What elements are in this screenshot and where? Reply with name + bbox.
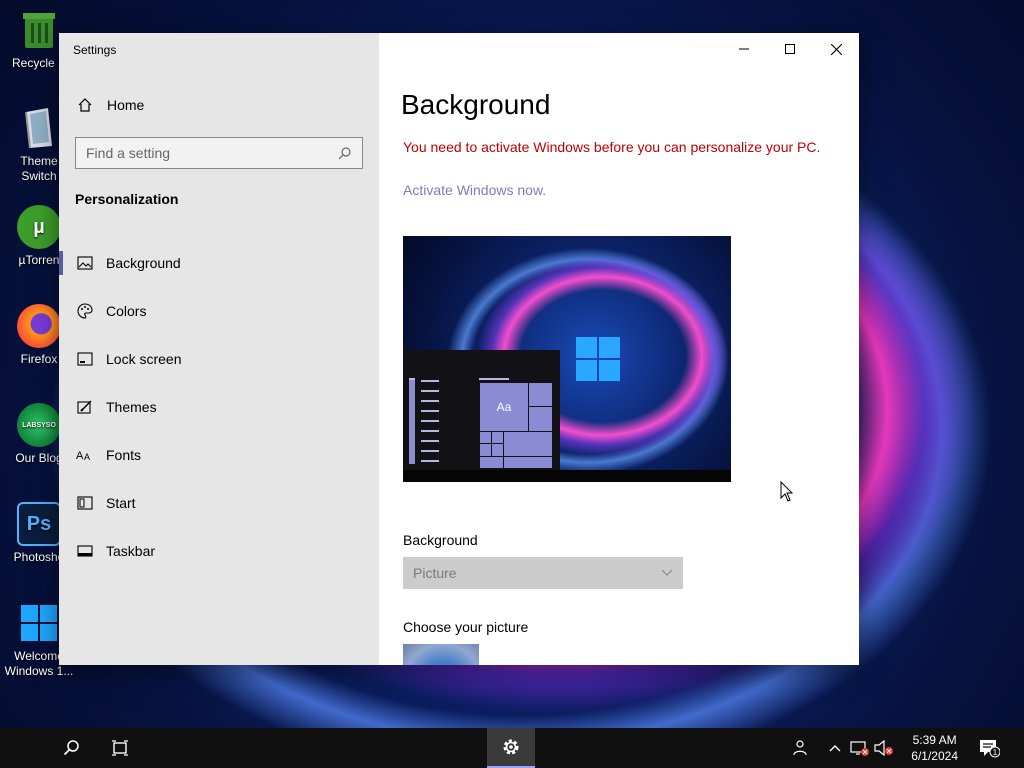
page-title: Background (401, 89, 551, 120)
picture-thumbnail[interactable] (403, 644, 479, 665)
photoshop-icon: Ps (17, 502, 61, 546)
recycle-bin-icon (17, 8, 61, 52)
taskbar: 5:39 AM 6/1/2024 1 (0, 728, 1024, 768)
minimize-button[interactable] (721, 33, 767, 65)
clock-date: 6/1/2024 (911, 749, 958, 763)
minimize-icon (739, 48, 749, 50)
search-box (75, 137, 363, 169)
themes-icon (76, 398, 94, 416)
search-input[interactable] (86, 145, 316, 161)
home-label: Home (107, 97, 145, 113)
nav-item-lock-screen[interactable]: Lock screen (59, 335, 379, 383)
network-disconnected-icon (850, 741, 869, 756)
mouse-cursor-icon (780, 481, 794, 502)
taskbar-settings-app[interactable] (487, 728, 535, 768)
volume-muted-icon (874, 740, 893, 756)
home-link[interactable]: Home (77, 97, 144, 113)
windows-icon (17, 601, 61, 645)
network-status[interactable] (848, 728, 872, 768)
fonts-icon: AA (76, 446, 94, 464)
maximize-icon (785, 44, 795, 54)
window-title: Settings (73, 43, 117, 57)
caption-buttons (721, 33, 859, 65)
nav-item-label: Lock screen (106, 351, 182, 367)
sidebar: Settings Home Personalization Background… (59, 33, 379, 665)
task-view-icon (112, 740, 128, 756)
svg-text:A: A (84, 452, 90, 462)
nav-item-start[interactable]: Start (59, 479, 379, 527)
chevron-up-icon (829, 745, 841, 752)
nav-item-label: Fonts (106, 447, 142, 463)
nav-list: Background Colors Lock screen Themes AA … (59, 239, 379, 575)
preview-taskbar (403, 470, 731, 482)
search-icon[interactable] (338, 146, 352, 160)
preview-start-menu: Aa (403, 350, 560, 470)
volume-status[interactable] (872, 728, 896, 768)
preview-tile-aa: Aa (479, 382, 529, 432)
background-type-dropdown[interactable]: Picture (403, 557, 683, 589)
action-center-button[interactable]: 1 (972, 728, 1006, 768)
svg-text:A: A (76, 450, 84, 462)
desktop-preview: Aa (403, 236, 731, 482)
home-icon (78, 98, 92, 112)
activation-warning: You need to activate Windows before you … (403, 139, 821, 155)
desktop-icon-label: Windows 1... (4, 664, 74, 678)
nav-item-label: Themes (106, 399, 157, 415)
clock[interactable]: 5:39 AM 6/1/2024 (911, 732, 958, 764)
section-title: Personalization (75, 191, 179, 207)
clock-time: 5:39 AM (912, 733, 957, 747)
task-view-button[interactable] (100, 728, 140, 768)
close-icon (830, 43, 842, 55)
maximize-button[interactable] (767, 33, 813, 65)
windows-logo-icon (576, 337, 620, 381)
show-hidden-icons-button[interactable] (824, 728, 846, 768)
dropdown-value: Picture (413, 565, 457, 581)
activate-windows-link[interactable]: Activate Windows now. (403, 182, 546, 198)
chevron-down-icon (661, 569, 673, 576)
search-icon (63, 740, 79, 756)
nav-item-label: Background (106, 255, 181, 271)
notification-count: 1 (993, 748, 998, 757)
lock-screen-icon (76, 350, 94, 368)
nav-item-background[interactable]: Background (59, 239, 379, 287)
nav-item-label: Taskbar (106, 543, 156, 559)
notification-icon: 1 (980, 740, 1000, 758)
picture-icon (76, 254, 94, 272)
taskbar-icon (76, 542, 94, 560)
choose-picture-label: Choose your picture (403, 619, 529, 635)
blog-icon: LABSYSO (17, 403, 61, 447)
preview-tiles: Aa (479, 382, 553, 470)
background-type-label: Background (403, 532, 478, 548)
nav-item-label: Colors (106, 303, 147, 319)
nav-item-taskbar[interactable]: Taskbar (59, 527, 379, 575)
start-icon (76, 494, 94, 512)
theme-switch-icon (17, 106, 61, 150)
main-content: Background You need to activate Windows … (379, 33, 859, 665)
gear-icon (503, 739, 519, 755)
nav-item-fonts[interactable]: AA Fonts (59, 431, 379, 479)
settings-window: Settings Home Personalization Background… (59, 33, 859, 665)
search-button[interactable] (52, 728, 92, 768)
firefox-icon (17, 304, 61, 348)
people-icon (793, 740, 807, 756)
close-button[interactable] (813, 33, 859, 65)
palette-icon (76, 302, 94, 320)
nav-item-colors[interactable]: Colors (59, 287, 379, 335)
nav-item-themes[interactable]: Themes (59, 383, 379, 431)
nav-item-label: Start (106, 495, 136, 511)
people-button[interactable] (786, 728, 814, 768)
utorrent-icon: µ (17, 205, 61, 249)
